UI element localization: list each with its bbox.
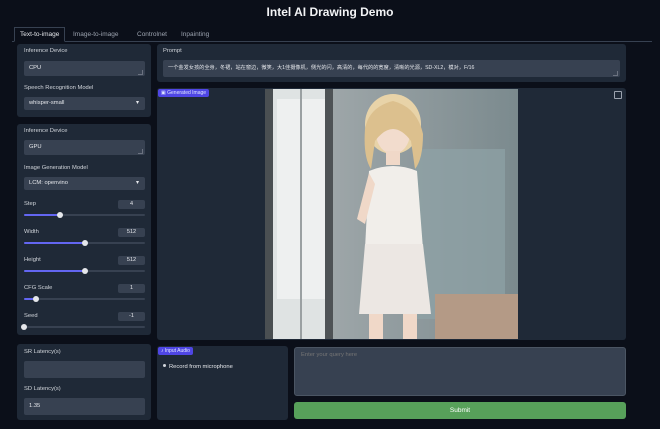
sr-latency-label: SR Latency(s) <box>24 349 61 355</box>
tab-text-to-image[interactable]: Text-to-image <box>14 27 66 42</box>
seed-label: Seed <box>24 313 38 319</box>
sd-latency-field: 1.35 <box>24 398 145 415</box>
width-number-input[interactable]: 512 <box>118 228 145 237</box>
speech-model-value: whisper-small <box>29 100 65 106</box>
tab-image-to-image[interactable]: Image-to-image <box>68 28 124 41</box>
query-input[interactable] <box>294 347 626 396</box>
speech-model-label: Speech Recognition Model <box>24 85 94 91</box>
step-number-input[interactable]: 4 <box>118 200 145 209</box>
submit-button[interactable]: Submit <box>294 402 626 419</box>
resize-handle-icon <box>138 149 143 154</box>
seed-slider-group: Seed -1 <box>21 312 145 330</box>
prompt-label: Prompt <box>163 48 182 54</box>
record-label: Record from microphone <box>169 364 233 370</box>
prompt-panel: Prompt 一个金发女孩的全身，冬裙，站在窗边，微笑，大1佳摄像机，侧光的闪，… <box>157 44 626 82</box>
record-microphone-button[interactable]: Record from microphone <box>161 362 233 372</box>
step-slider-handle[interactable] <box>57 212 64 218</box>
sd-latency-label: SD Latency(s) <box>24 386 61 392</box>
generated-image-label: Generated Image <box>167 90 207 96</box>
app-title: Intel AI Drawing Demo <box>266 5 394 19</box>
gen-device-field[interactable]: GPU <box>24 140 145 155</box>
tab-inpainting[interactable]: Inpainting <box>176 28 214 41</box>
tab-bar: Text-to-image Image-to-image Controlnet … <box>12 27 652 42</box>
gen-model-dropdown[interactable]: LCM: openvino ▾ <box>24 177 145 190</box>
seed-slider[interactable] <box>21 324 145 330</box>
step-slider-group: Step 4 <box>24 200 145 218</box>
width-slider-group: Width 512 <box>24 228 145 246</box>
chevron-down-icon: ▾ <box>135 180 139 186</box>
width-slider-fill <box>24 242 85 244</box>
record-dot-icon <box>163 364 166 367</box>
gen-device-label: Inference Device <box>24 128 68 134</box>
seed-slider-handle[interactable] <box>21 324 27 330</box>
height-slider-group: Height 512 <box>24 256 145 274</box>
height-slider-fill <box>24 270 85 272</box>
cfg-label: CFG Scale <box>24 285 53 291</box>
width-slider[interactable] <box>24 240 145 246</box>
cfg-slider-group: CFG Scale 1 <box>24 284 145 302</box>
resize-handle-icon <box>613 71 618 76</box>
width-slider-handle[interactable] <box>81 240 88 246</box>
height-slider[interactable] <box>24 268 145 274</box>
generation-settings-panel: Inference Device GPU Image Generation Mo… <box>17 124 151 335</box>
speech-settings-panel: Inference Device CPU Speech Recognition … <box>17 44 151 117</box>
cfg-number-input[interactable]: 1 <box>118 284 145 293</box>
speech-device-field[interactable]: CPU <box>24 61 145 76</box>
gen-model-value: LCM: openvino <box>29 180 68 186</box>
input-audio-badge: ♪ Input Audio <box>158 347 193 355</box>
generated-image <box>265 89 518 339</box>
speech-device-label: Inference Device <box>24 48 68 54</box>
step-slider-fill <box>24 214 61 216</box>
resize-handle-icon <box>138 70 143 75</box>
seed-number-input[interactable]: -1 <box>118 312 145 321</box>
height-number-input[interactable]: 512 <box>118 256 145 265</box>
speech-device-value: CPU <box>29 65 42 71</box>
step-label: Step <box>24 201 36 207</box>
cfg-slider[interactable] <box>24 296 145 302</box>
download-icon[interactable] <box>614 91 622 99</box>
gen-model-label: Image Generation Model <box>24 165 88 171</box>
height-label: Height <box>24 257 41 263</box>
prompt-text: 一个金发女孩的全身，冬裙，站在窗边，微笑，大1佳摄像机，侧光的闪，高清的，每代的… <box>168 65 475 71</box>
step-slider[interactable] <box>24 212 145 218</box>
width-label: Width <box>24 229 39 235</box>
speech-model-dropdown[interactable]: whisper-small ▾ <box>24 97 145 110</box>
input-audio-label: Input Audio <box>164 348 190 354</box>
sd-latency-value: 1.35 <box>29 403 41 409</box>
generated-image-badge: ▣ Generated Image <box>158 89 210 97</box>
sr-latency-field <box>24 361 145 378</box>
audio-input-panel: ♪ Input Audio Record from microphone <box>157 346 288 420</box>
chevron-down-icon: ▾ <box>135 100 139 106</box>
tab-controlnet[interactable]: Controlnet <box>132 28 172 41</box>
cfg-slider-handle[interactable] <box>33 296 40 302</box>
prompt-input[interactable]: 一个金发女孩的全身，冬裙，站在窗边，微笑，大1佳摄像机，侧光的闪，高清的，每代的… <box>163 60 620 77</box>
gen-device-value: GPU <box>29 144 42 150</box>
height-slider-handle[interactable] <box>81 268 88 274</box>
generated-image-panel: ▣ Generated Image <box>157 88 626 340</box>
latency-panel: SR Latency(s) SD Latency(s) 1.35 <box>17 344 151 420</box>
